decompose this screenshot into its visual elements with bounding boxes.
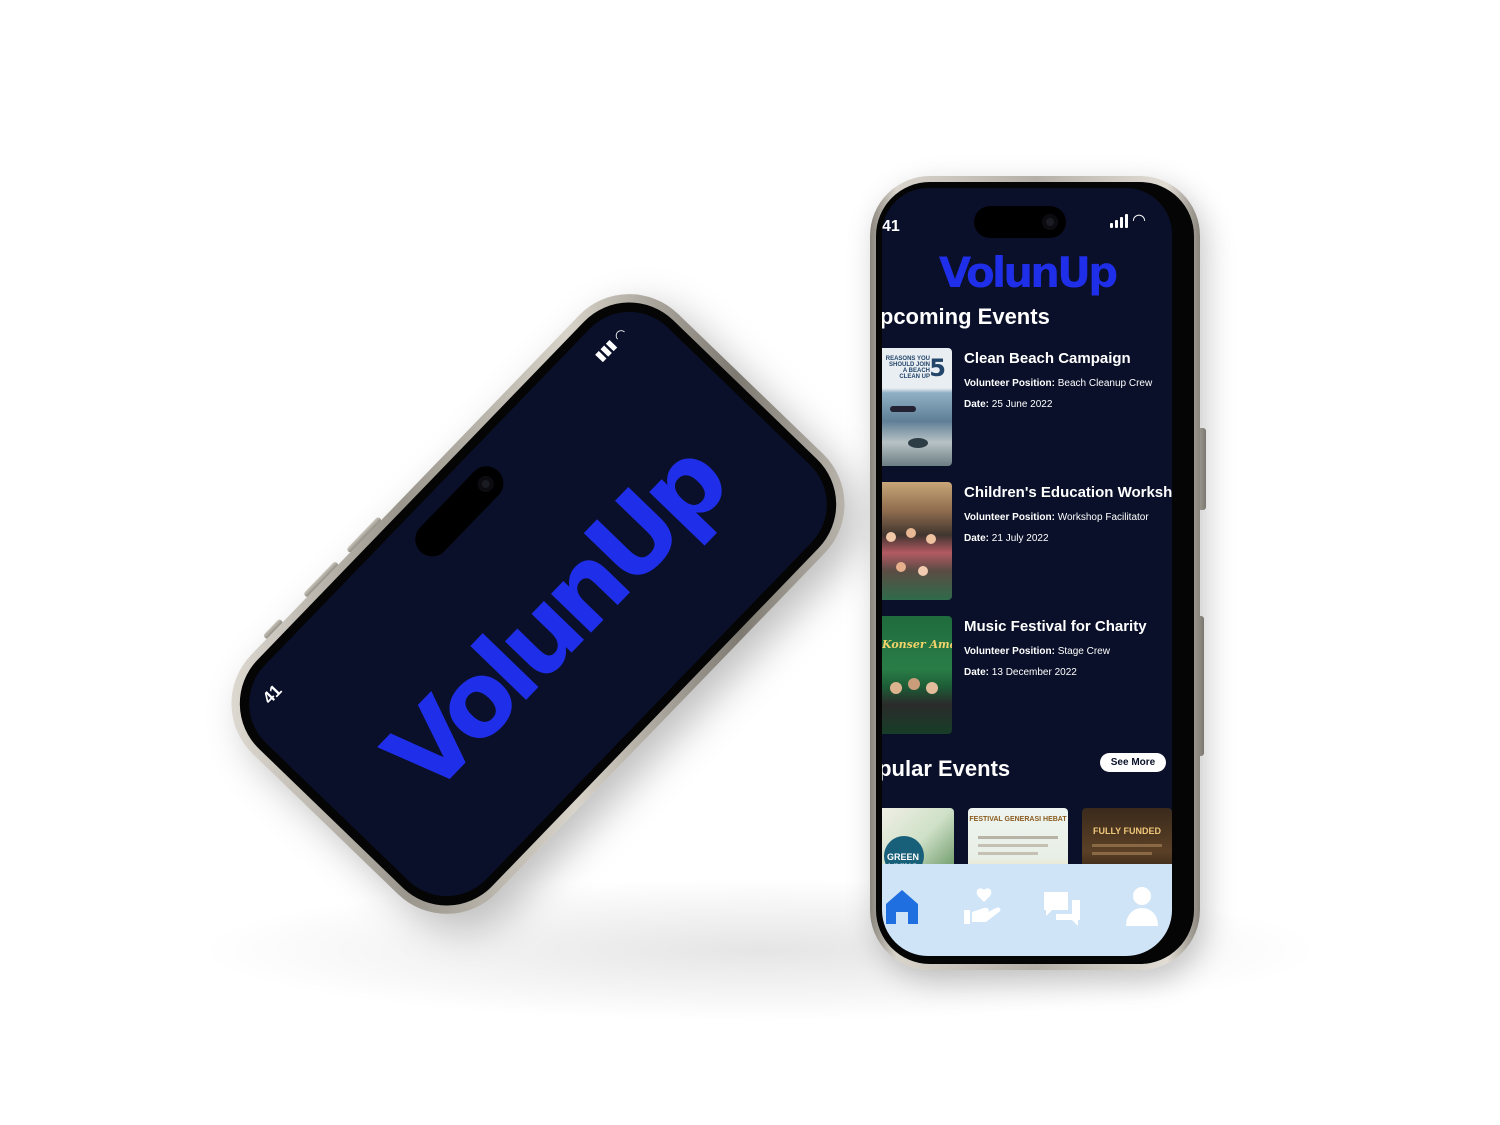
status-time: 41	[882, 218, 900, 235]
tab-messages[interactable]	[1042, 884, 1082, 928]
wifi-icon: ◠	[1132, 212, 1146, 229]
event-title[interactable]: Music Festival for Charity	[964, 618, 1147, 635]
signal-icon	[1110, 214, 1128, 228]
status-icons: ▮▮▮ ◠	[591, 325, 630, 365]
popular-events-title: Popular Events	[882, 756, 1011, 781]
thumbnail-caption: REASONS YOU SHOULD JOIN A BEACH CLEAN UP	[885, 356, 930, 380]
tab-volunteer[interactable]	[962, 884, 1002, 928]
event-position: Volunteer Position: Workshop Facilitator	[964, 512, 1149, 523]
event-card[interactable]: Children's Education Workshop Volunteer …	[882, 482, 1172, 604]
see-more-button[interactable]: See More	[1100, 753, 1166, 772]
event-date: Date: 13 December 2022	[964, 667, 1077, 678]
bottom-tab-bar	[882, 864, 1172, 956]
event-card[interactable]: REASONS YOU SHOULD JOIN A BEACH CLEAN UP…	[882, 348, 1172, 470]
home-screen: 41 ◠ VolunUp Upcoming Events REASONS YOU…	[882, 188, 1172, 956]
volunteer-heart-hand-icon	[964, 888, 1001, 924]
thumbnail-caption: Konser Amal	[882, 638, 952, 651]
event-card[interactable]: Konser Amal Music Festival for Charity V…	[882, 616, 1172, 738]
event-title[interactable]: Children's Education Workshop	[964, 484, 1172, 501]
event-thumbnail[interactable]: Konser Amal	[882, 616, 952, 734]
wifi-icon: ◠	[610, 324, 631, 345]
splash-phone: 41 ▮▮▮ ◠ VolunUp	[202, 265, 874, 943]
status-icons: ◠	[1110, 212, 1146, 229]
signal-icon: ▮▮▮	[591, 336, 620, 364]
splash-logo: VolunUp	[362, 424, 748, 817]
home-icon	[886, 890, 918, 924]
dynamic-island	[974, 206, 1066, 238]
event-position: Volunteer Position: Stage Crew	[964, 646, 1110, 657]
status-time: 41	[258, 680, 286, 708]
camera-icon	[1042, 214, 1058, 230]
thumbnail-number: 5	[929, 354, 946, 382]
camera-icon	[474, 472, 497, 496]
app-phone: 41 ◠ VolunUp Upcoming Events REASONS YOU…	[870, 176, 1206, 970]
app-logo: VolunUp	[938, 248, 1118, 297]
event-thumbnail[interactable]: REASONS YOU SHOULD JOIN A BEACH CLEAN UP…	[882, 348, 952, 466]
event-date: Date: 21 July 2022	[964, 533, 1049, 544]
tab-profile[interactable]	[1122, 884, 1162, 928]
upcoming-events-title: Upcoming Events	[882, 304, 1050, 329]
chat-icon	[1044, 892, 1080, 926]
event-title[interactable]: Clean Beach Campaign	[964, 350, 1131, 367]
event-date: Date: 25 June 2022	[964, 399, 1053, 410]
card-caption: FULLY FUNDED	[1092, 826, 1161, 836]
profile-icon	[1126, 887, 1158, 926]
event-thumbnail[interactable]	[882, 482, 952, 600]
card-caption: FESTIVAL GENERASI HEBAT	[969, 816, 1067, 823]
tab-home[interactable]	[882, 884, 922, 928]
event-position: Volunteer Position: Beach Cleanup Crew	[964, 378, 1153, 389]
